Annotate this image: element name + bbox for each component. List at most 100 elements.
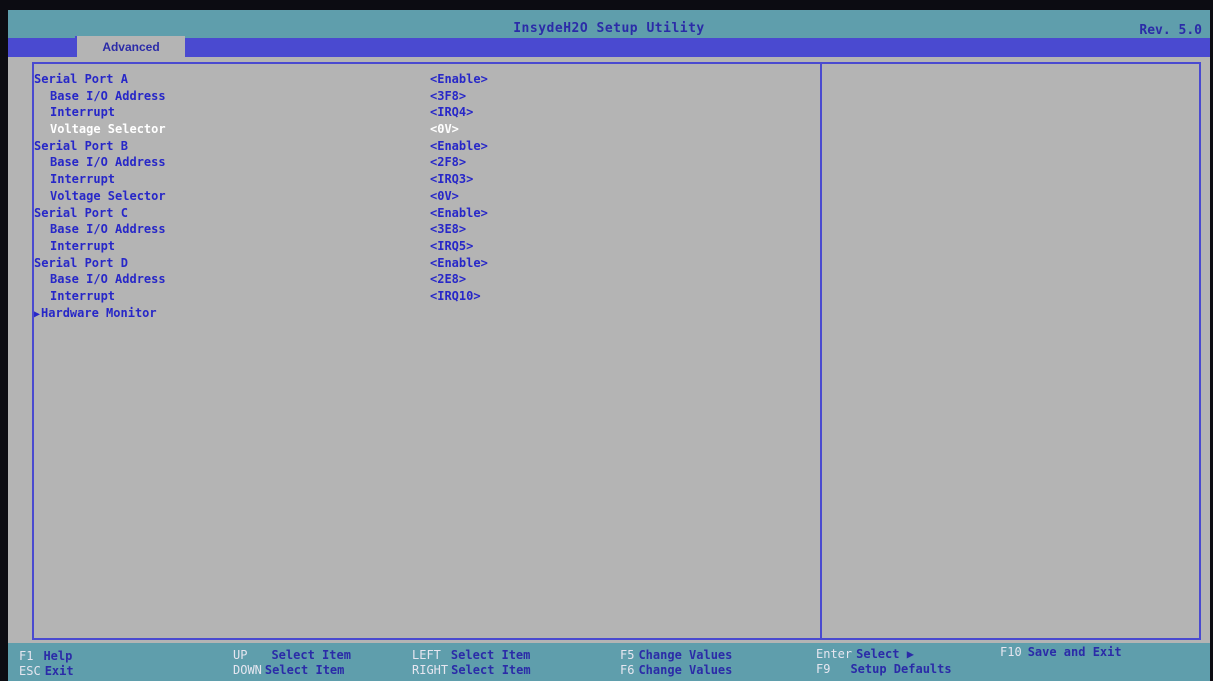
setting-value[interactable]: <2F8> bbox=[430, 155, 466, 169]
setting-label: Base I/O Address bbox=[50, 272, 166, 286]
setting-label-text: Serial Port D bbox=[34, 255, 128, 270]
legend-key: ESC bbox=[19, 664, 41, 678]
setting-label-text: Hardware Monitor bbox=[41, 305, 157, 320]
legend-desc: Setup Defaults bbox=[850, 662, 952, 676]
revision-label: Rev. 5.0 bbox=[1139, 23, 1202, 38]
main-panel: Serial Port A <Enable> Base I/O Address <3F… bbox=[32, 62, 1201, 640]
setting-label-text: Serial Port A bbox=[34, 72, 128, 86]
setting-value[interactable]: <Enable> bbox=[430, 256, 488, 270]
setting-value[interactable]: <2E8> bbox=[430, 272, 466, 286]
setting-row-serial-port-a[interactable]: Serial Port A <Enable> bbox=[34, 72, 814, 89]
setting-row-base-i-o-address[interactable]: Base I/O Address <3F8> bbox=[34, 89, 814, 106]
tab-advanced[interactable]: Advanced bbox=[75, 36, 185, 57]
legend-desc: Select Item bbox=[264, 663, 345, 677]
setting-label: Serial Port D bbox=[34, 256, 128, 270]
setting-value[interactable]: <IRQ4> bbox=[430, 105, 473, 119]
setting-row-voltage-selector[interactable]: Voltage Selector <0V> bbox=[34, 122, 814, 139]
setting-value[interactable]: <IRQ10> bbox=[430, 289, 481, 303]
setting-label: Interrupt bbox=[50, 105, 115, 119]
setting-row-serial-port-d[interactable]: Serial Port D <Enable> bbox=[34, 256, 814, 273]
setting-value[interactable]: <3E8> bbox=[430, 222, 466, 236]
legend-enter: Enter Select ▶ bbox=[816, 647, 914, 661]
setting-value[interactable]: <Enable> bbox=[430, 139, 488, 153]
legend-up: UP Select Item bbox=[233, 648, 351, 662]
setting-value[interactable]: <3F8> bbox=[430, 89, 466, 103]
setting-label-text: Interrupt bbox=[50, 238, 116, 253]
legend-desc: Help bbox=[43, 649, 73, 663]
legend-desc: Save and Exit bbox=[1027, 645, 1122, 659]
tab-strip bbox=[8, 38, 1210, 57]
setting-value[interactable]: <IRQ5> bbox=[430, 239, 473, 253]
legend-key: Enter bbox=[816, 647, 853, 661]
setting-label-text: Serial Port B bbox=[34, 138, 128, 153]
legend-key: F5 bbox=[620, 648, 635, 662]
key-legend: F1 Help ESC Exit UP Select Item DOWN Select … bbox=[8, 643, 1210, 681]
legend-desc: Select Item bbox=[271, 648, 351, 662]
setting-label: Voltage Selector bbox=[50, 189, 166, 203]
setting-label-text: Interrupt bbox=[50, 105, 116, 120]
setting-label-text: Interrupt bbox=[50, 172, 116, 187]
setting-value[interactable]: <0V> bbox=[430, 189, 459, 203]
setting-label-text: Voltage Selector bbox=[50, 188, 166, 203]
legend-esc: ESC Exit bbox=[19, 664, 74, 678]
setting-row-serial-port-c[interactable]: Serial Port C <Enable> bbox=[34, 206, 814, 223]
setting-label: Serial Port B bbox=[34, 139, 128, 153]
setting-row-voltage-selector[interactable]: Voltage Selector <0V> bbox=[34, 189, 814, 206]
legend-key: DOWN bbox=[233, 663, 262, 677]
legend-desc: Change Values bbox=[638, 648, 733, 662]
setting-label: Base I/O Address bbox=[50, 89, 166, 103]
setting-row-base-i-o-address[interactable]: Base I/O Address <3E8> bbox=[34, 222, 814, 239]
legend-key: F10 bbox=[1000, 645, 1022, 659]
setting-row-base-i-o-address[interactable]: Base I/O Address <2E8> bbox=[34, 272, 814, 289]
legend-key: RIGHT bbox=[412, 663, 449, 677]
panel-divider bbox=[820, 64, 822, 638]
setting-value[interactable]: <0V> bbox=[430, 122, 459, 136]
setting-label-text: Interrupt bbox=[50, 288, 116, 303]
legend-desc: Select Item bbox=[451, 663, 531, 677]
legend-f10: F10 Save and Exit bbox=[1000, 645, 1122, 659]
setting-row-interrupt[interactable]: Interrupt <IRQ3> bbox=[34, 172, 814, 189]
setting-label: Interrupt bbox=[50, 289, 115, 303]
setting-label: Voltage Selector bbox=[50, 122, 166, 136]
setting-label: Interrupt bbox=[50, 239, 115, 253]
legend-f9: F9 Setup Defaults bbox=[816, 662, 952, 676]
setting-row-interrupt[interactable]: Interrupt <IRQ4> bbox=[34, 105, 814, 122]
setting-value[interactable]: <IRQ3> bbox=[430, 172, 473, 186]
setting-label: Base I/O Address bbox=[50, 222, 166, 236]
setting-label: ▶Hardware Monitor bbox=[34, 306, 157, 320]
setting-row-hardware-monitor[interactable]: ▶Hardware Monitor bbox=[34, 306, 814, 323]
setting-value[interactable]: <Enable> bbox=[430, 206, 488, 220]
legend-f1: F1 Help bbox=[19, 649, 72, 663]
legend-desc: Select Item bbox=[450, 648, 531, 662]
legend-desc: Select ▶ bbox=[856, 647, 914, 661]
setting-label: Base I/O Address bbox=[50, 155, 166, 169]
legend-down: DOWN Select Item bbox=[233, 663, 344, 677]
legend-f6: F6 Change Values bbox=[620, 663, 732, 677]
setting-row-interrupt[interactable]: Interrupt <IRQ5> bbox=[34, 239, 814, 256]
setting-label-text: Base I/O Address bbox=[50, 222, 166, 237]
legend-desc: Exit bbox=[44, 664, 74, 678]
setting-label-text: Base I/O Address bbox=[50, 88, 166, 103]
legend-right: RIGHT Select Item bbox=[412, 663, 531, 677]
bios-screen: InsydeH2O Setup Utility Rev. 5.0 Advance… bbox=[8, 10, 1210, 681]
submenu-arrow-icon: ▶ bbox=[34, 308, 41, 320]
setting-label-text: Serial Port C bbox=[34, 205, 128, 220]
legend-left: LEFT Select Item bbox=[412, 648, 530, 662]
setting-label: Serial Port C bbox=[34, 206, 128, 220]
legend-key: F1 bbox=[19, 649, 34, 663]
legend-key: UP bbox=[233, 648, 248, 662]
setting-label: Serial Port A bbox=[34, 72, 128, 86]
utility-title: InsydeH2O Setup Utility bbox=[513, 21, 705, 36]
setting-row-serial-port-b[interactable]: Serial Port B <Enable> bbox=[34, 139, 814, 156]
legend-key: F6 bbox=[620, 663, 635, 677]
settings-list: Serial Port A <Enable> Base I/O Address <3F… bbox=[34, 72, 814, 322]
setting-label: Interrupt bbox=[50, 172, 115, 186]
setting-label-text: Voltage Selector bbox=[50, 122, 166, 137]
setting-row-base-i-o-address[interactable]: Base I/O Address <2F8> bbox=[34, 155, 814, 172]
legend-key: F9 bbox=[816, 662, 831, 676]
setting-row-interrupt[interactable]: Interrupt <IRQ10> bbox=[34, 289, 814, 306]
setting-label-text: Base I/O Address bbox=[50, 272, 166, 287]
legend-f5: F5 Change Values bbox=[620, 648, 732, 662]
legend-key: LEFT bbox=[412, 648, 441, 662]
setting-value[interactable]: <Enable> bbox=[430, 72, 488, 86]
